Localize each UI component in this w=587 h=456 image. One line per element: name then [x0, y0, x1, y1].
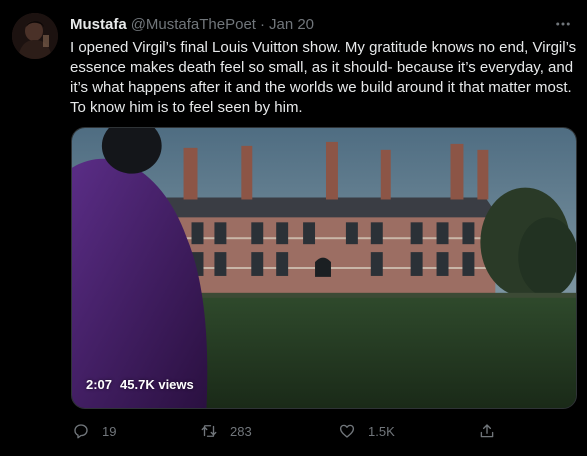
display-name[interactable]: Mustafa — [70, 16, 127, 33]
more-icon — [556, 22, 570, 26]
user-handle[interactable]: @MustafaThePoet — [131, 16, 256, 33]
more-button[interactable] — [553, 14, 573, 34]
like-count: 1.5K — [368, 423, 395, 439]
tweet[interactable]: Mustafa @MustafaThePoet · Jan 20 I opene… — [0, 0, 587, 456]
tweet-actions: 19 283 1.5K — [70, 420, 500, 442]
retweet-count: 283 — [230, 423, 252, 439]
video-player[interactable]: 2:07 45.7K views — [71, 127, 577, 409]
video-views: 45.7K views — [120, 377, 194, 392]
video-duration: 2:07 — [86, 377, 113, 392]
like-button[interactable]: 1.5K — [338, 422, 395, 440]
share-icon — [480, 424, 494, 438]
reply-count: 19 — [102, 423, 117, 439]
tweet-header: Mustafa @MustafaThePoet · Jan 20 — [70, 14, 547, 34]
reply-button[interactable]: 19 — [72, 422, 116, 440]
retweet-icon — [201, 425, 217, 437]
avatar[interactable] — [12, 13, 58, 59]
video-meta: 2:07 45.7K views — [86, 377, 194, 392]
share-button[interactable] — [478, 422, 496, 440]
reply-icon — [74, 424, 88, 439]
heart-icon — [339, 424, 355, 438]
tweet-date[interactable]: Jan 20 — [269, 16, 314, 33]
avatar-image — [12, 13, 58, 59]
separator-dot: · — [259, 15, 265, 33]
tweet-text: I opened Virgil’s final Louis Vuitton sh… — [70, 39, 577, 116]
retweet-button[interactable]: 283 — [200, 422, 252, 440]
video-thumbnail — [72, 128, 576, 408]
